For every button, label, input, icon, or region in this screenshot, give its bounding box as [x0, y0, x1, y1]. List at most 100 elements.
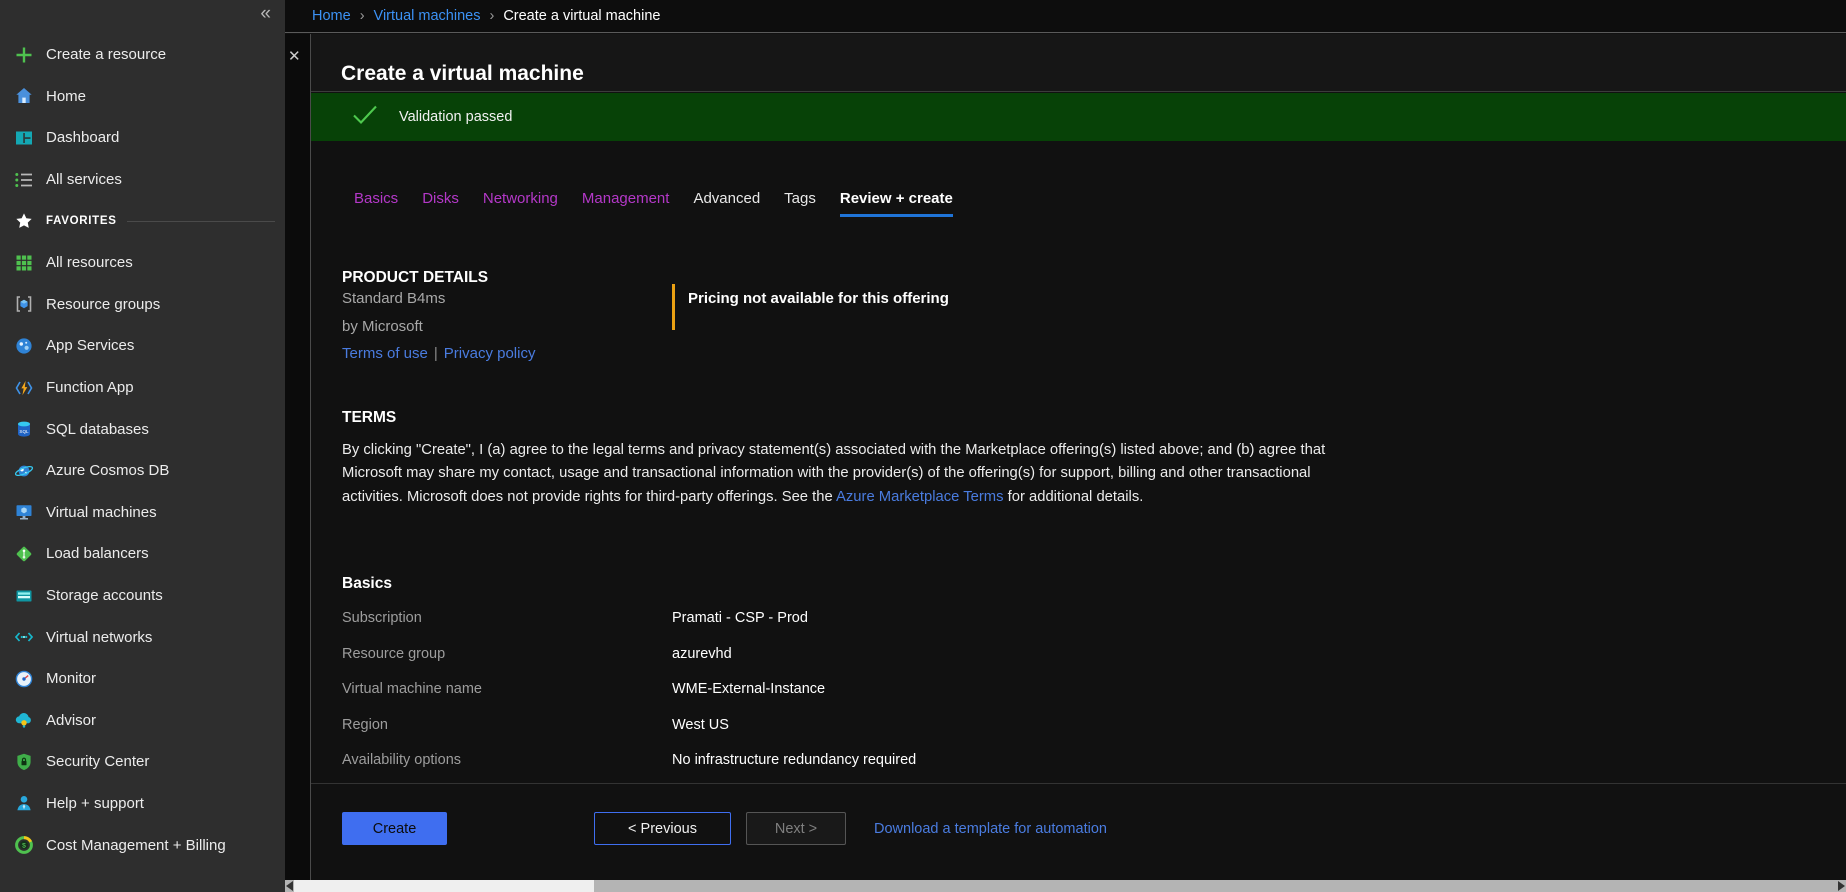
sidebar-item-help-support[interactable]: Help + support	[0, 783, 285, 825]
row-label: Resource group	[342, 646, 672, 662]
row-value: Pramati - CSP - Prod	[672, 610, 808, 626]
sidebar-item-label: SQL databases	[46, 421, 149, 438]
basics-row-virtual-machine-name: Virtual machine nameWME-External-Instanc…	[342, 681, 916, 717]
sidebar-item-function-app[interactable]: Function App	[0, 367, 285, 409]
storage-accounts-icon	[13, 586, 35, 606]
tab-management[interactable]: Management	[582, 190, 670, 217]
tab-tags[interactable]: Tags	[784, 190, 816, 217]
app-services-icon	[13, 336, 35, 356]
create-button[interactable]: Create	[342, 812, 447, 845]
pricing-note: Pricing not available for this offering	[672, 284, 949, 330]
basics-heading: Basics	[342, 575, 392, 593]
basics-row-subscription: SubscriptionPramati - CSP - Prod	[342, 610, 916, 646]
sidebar-item-virtual-machines[interactable]: Virtual machines	[0, 492, 285, 534]
footer-actions: Create < Previous Next > Download a temp…	[342, 812, 1107, 845]
tab-basics[interactable]: Basics	[354, 190, 398, 217]
azure-marketplace-terms-link[interactable]: Azure Marketplace Terms	[836, 489, 1003, 505]
row-value: WME-External-Instance	[672, 681, 825, 697]
terms-text-before: By clicking "Create", I (a) agree to the…	[342, 442, 1325, 505]
scroll-right-arrow-icon[interactable]	[1838, 881, 1845, 891]
panel-header: Create a virtual machine › ›	[311, 34, 1846, 92]
sidebar-item-label: FAVORITES	[46, 215, 117, 227]
tab-advanced[interactable]: Advanced	[693, 190, 760, 217]
row-label: Virtual machine name	[342, 681, 672, 697]
create-vm-panel: Create a virtual machine › › Validation …	[311, 34, 1846, 892]
sidebar-item-label: All services	[46, 171, 122, 188]
checkmark-icon	[352, 104, 378, 130]
footer-divider	[311, 783, 1846, 784]
row-value: azurevhd	[672, 646, 732, 662]
breadcrumb-virtual-machines[interactable]: Virtual machines	[374, 8, 481, 24]
sidebar-item-security-center[interactable]: Security Center	[0, 741, 285, 783]
advisor-icon	[13, 710, 35, 730]
sidebar-item-monitor[interactable]: Monitor	[0, 658, 285, 700]
dashboard-icon	[13, 128, 35, 148]
sidebar-item-virtual-networks[interactable]: Virtual networks	[0, 616, 285, 658]
close-icon[interactable]: ✕	[288, 47, 301, 65]
tab-networking[interactable]: Networking	[483, 190, 558, 217]
breadcrumb-separator: ›	[360, 8, 365, 24]
sidebar-item-label: Advisor	[46, 712, 96, 729]
sidebar-item-all-services[interactable]: All services	[0, 159, 285, 201]
sidebar-item-label: Storage accounts	[46, 587, 163, 604]
pricing-warning-bar	[672, 284, 675, 330]
row-value: West US	[672, 717, 729, 733]
cost-management-icon: $	[13, 835, 35, 855]
sidebar-item-cost-management-billing[interactable]: $Cost Management + Billing	[0, 824, 285, 866]
product-publisher: by Microsoft	[342, 313, 535, 341]
sql-databases-icon: SQL	[13, 419, 35, 439]
sidebar-collapse-icon[interactable]: «	[260, 3, 271, 25]
validation-banner: Validation passed	[311, 93, 1846, 141]
azure-portal-window: « Create a resourceHomeDashboardAll serv…	[0, 0, 1846, 892]
sidebar-item-label: Resource groups	[46, 296, 160, 313]
sidebar-item-create-a-resource[interactable]: Create a resource	[0, 34, 285, 76]
page-title: Create a virtual machine	[341, 62, 584, 86]
svg-text:$: $	[22, 842, 26, 849]
function-app-icon	[13, 378, 35, 398]
sidebar-item-storage-accounts[interactable]: Storage accounts	[0, 575, 285, 617]
breadcrumb-home[interactable]: Home	[312, 8, 351, 24]
all-services-icon	[13, 170, 35, 190]
row-label: Region	[342, 717, 672, 733]
scroll-left-arrow-icon[interactable]	[286, 881, 293, 891]
sidebar-item-label: Function App	[46, 379, 134, 396]
terms-of-use-link[interactable]: Terms of use	[342, 345, 428, 362]
section-divider	[127, 221, 275, 222]
breadcrumb: Home›Virtual machines›Create a virtual m…	[285, 0, 1846, 33]
privacy-policy-link[interactable]: Privacy policy	[444, 345, 536, 362]
virtual-networks-icon	[13, 627, 35, 647]
sidebar-item-load-balancers[interactable]: Load balancers	[0, 533, 285, 575]
terms-body: By clicking "Create", I (a) agree to the…	[342, 439, 1332, 509]
basics-row-region: RegionWest US	[342, 717, 916, 753]
row-label: Availability options	[342, 752, 672, 768]
sidebar-item-label: App Services	[46, 337, 134, 354]
previous-button[interactable]: < Previous	[594, 812, 731, 845]
sidebar-item-dashboard[interactable]: Dashboard	[0, 117, 285, 159]
sidebar-item-sql-databases[interactable]: SQL SQL databases	[0, 408, 285, 450]
sidebar-item-label: Dashboard	[46, 129, 119, 146]
sidebar-item-home[interactable]: Home	[0, 76, 285, 118]
horizontal-scrollbar[interactable]	[285, 880, 1846, 892]
next-button[interactable]: Next >	[746, 812, 846, 845]
sidebar-item-label: Help + support	[46, 795, 144, 812]
load-balancers-icon	[13, 544, 35, 564]
sidebar-item-label: Virtual networks	[46, 629, 152, 646]
tab-review-create[interactable]: Review + create	[840, 190, 953, 217]
virtual-machines-icon	[13, 502, 35, 522]
scrollbar-thumb[interactable]	[294, 880, 594, 892]
sidebar-item-label: All resources	[46, 254, 133, 271]
sidebar-item-advisor[interactable]: Advisor	[0, 700, 285, 742]
sidebar-item-resource-groups[interactable]: Resource groups	[0, 284, 285, 326]
product-details: Standard B4ms by Microsoft Terms of use|…	[342, 285, 535, 368]
sidebar-item-label: Azure Cosmos DB	[46, 462, 169, 479]
cosmos-db-icon	[13, 461, 35, 481]
download-template-link[interactable]: Download a template for automation	[874, 821, 1107, 837]
basics-row-resource-group: Resource groupazurevhd	[342, 646, 916, 682]
sidebar-item-azure-cosmos-db[interactable]: Azure Cosmos DB	[0, 450, 285, 492]
help-support-icon	[13, 793, 35, 813]
sidebar-item-all-resources[interactable]: All resources	[0, 242, 285, 284]
sidebar-item-app-services[interactable]: App Services	[0, 325, 285, 367]
sidebar-item-label: Load balancers	[46, 545, 149, 562]
tab-disks[interactable]: Disks	[422, 190, 459, 217]
pricing-note-text: Pricing not available for this offering	[688, 284, 949, 330]
